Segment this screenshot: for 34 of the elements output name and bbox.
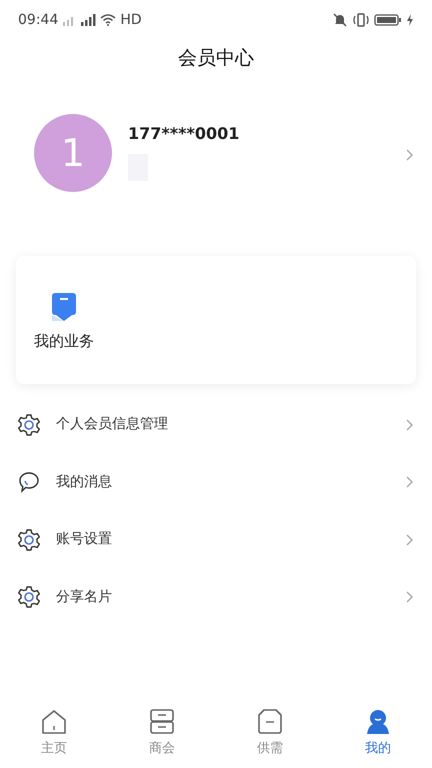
menu-item[interactable]: 账号设置 [0,511,432,568]
settings-icon [18,414,40,436]
network-label: HD [120,10,142,30]
tab[interactable]: 我的 [324,702,432,768]
drawer-icon [148,708,176,735]
vibrate-icon [352,13,370,27]
chevron-icon [405,532,414,547]
status-time: 09:44 [18,10,58,30]
home-icon [40,708,68,735]
chevron-icon [405,148,414,162]
charging-icon [406,14,414,26]
settings-icon [18,528,40,551]
chevron-icon [405,475,414,490]
page-title: 会员中心 [178,46,254,71]
person-icon [364,708,392,735]
chat-bubble-icon [18,471,40,494]
tab[interactable]: 主页 [0,702,108,768]
business-item[interactable]: 我的业务 [34,292,94,352]
phone-number: 177****0001 [128,123,240,145]
tab[interactable]: 商会 [108,702,216,768]
mute-icon [332,13,348,27]
document-icon [50,292,78,322]
chevron-icon [405,590,414,604]
menu-item[interactable]: 我的消息 [0,454,432,511]
signal-icon [80,14,96,26]
settings-icon [18,586,40,608]
menu-item[interactable]: 个人会员信息管理 [0,396,432,454]
avatar: 1 [34,114,112,192]
tab[interactable]: 供需 [216,702,324,768]
chevron-icon [405,418,414,432]
menu-item[interactable]: 分享名片 [0,568,432,626]
battery-icon [374,13,402,27]
box-icon [256,708,284,735]
wifi-icon [100,14,116,26]
